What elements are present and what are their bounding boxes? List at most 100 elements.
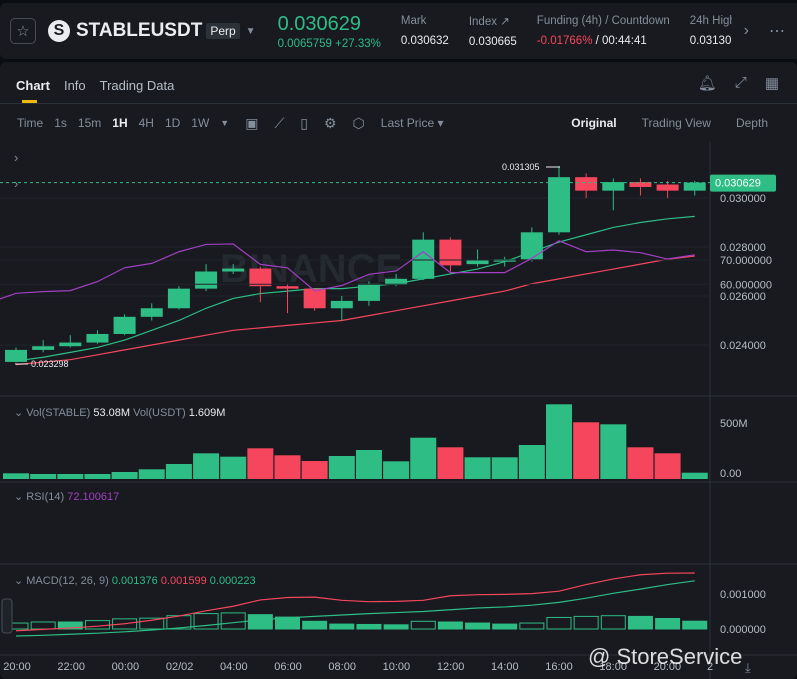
- volume-bar: [138, 469, 165, 479]
- interval-time[interactable]: Time: [17, 116, 43, 130]
- time-tick: 14:00: [491, 661, 519, 673]
- price-tick: 0.026000: [720, 291, 766, 303]
- macd-histogram-bar: [600, 615, 626, 630]
- expand-icon[interactable]: ⤢: [735, 74, 747, 92]
- macd-histogram-bar: [519, 622, 545, 630]
- bell-icon[interactable]: 🔔︎: [698, 74, 717, 92]
- calendar-icon[interactable]: ▣: [245, 115, 258, 132]
- macd-histogram-bar: [247, 614, 273, 630]
- scroll-left-button: [1, 598, 13, 634]
- stat-value: 0.031305: [689, 35, 738, 47]
- volume-bar: [654, 453, 681, 479]
- candle-body: [113, 316, 136, 334]
- macd-histogram-bar: [627, 615, 653, 630]
- hexagon-icon[interactable]: ⬡: [353, 115, 365, 132]
- funding-value: -0.01766%: [536, 35, 593, 47]
- volume-bar: [410, 437, 437, 479]
- macd-histogram-bar: [329, 623, 355, 630]
- view-original[interactable]: Original: [571, 116, 616, 130]
- macd-histogram-bar: [410, 620, 436, 630]
- view-depth[interactable]: Depth: [736, 116, 768, 130]
- interval-1w[interactable]: 1W: [191, 116, 209, 130]
- candle-body: [575, 177, 598, 191]
- symbol-name[interactable]: STABLEUSDT: [76, 20, 202, 42]
- tab-chart[interactable]: Chart: [16, 78, 50, 103]
- current-price-label: 0.030629: [715, 178, 761, 190]
- rsi-legend: ⌄ RSI(14) 72.100617: [14, 491, 119, 503]
- rsi-tick: 70.000000: [720, 255, 772, 267]
- watermark-text: @ StoreService: [588, 644, 742, 669]
- price-tick: 0.024000: [720, 340, 766, 352]
- interval-dropdown-icon[interactable]: ▼: [220, 118, 229, 128]
- interval-1s[interactable]: 1s: [54, 116, 67, 130]
- candle-body: [330, 300, 353, 309]
- price-change: 0.0065759 +27.33%: [277, 37, 381, 50]
- volume-bar: [383, 461, 410, 479]
- time-tick: 08:00: [328, 661, 356, 673]
- chart-toolbar: Time 1s 15m 1H 4H 1D 1W ▼ ▣ ⟋ ▯ ⚙︎ ⬡ Las…: [0, 104, 797, 142]
- volume-bar: [193, 453, 220, 479]
- chevron-right-icon[interactable]: ›: [744, 22, 749, 40]
- macd-dif-line: [15, 580, 695, 637]
- time-tick: 22:00: [57, 661, 85, 673]
- rsi-tick: 60.000000: [720, 279, 772, 291]
- low-label: 0.023298: [31, 359, 69, 369]
- high-label: 0.031305: [502, 162, 540, 172]
- macd-histogram-bar: [220, 612, 246, 630]
- macd-histogram-bar: [492, 623, 518, 630]
- candle-body: [222, 268, 245, 272]
- high-24h: 24h High 0.031305: [690, 15, 738, 47]
- settings-icon[interactable]: ⚙︎: [324, 115, 337, 132]
- candle-body: [439, 239, 462, 266]
- volume-bar: [165, 464, 192, 479]
- indicator-icon[interactable]: ⟋: [274, 115, 284, 132]
- volume-bar: [600, 424, 627, 479]
- time-tick: 12:00: [437, 661, 465, 673]
- candle-body: [656, 184, 679, 191]
- macd-histogram-bar: [546, 616, 572, 630]
- more-icon[interactable]: ⋯: [769, 21, 785, 41]
- volume-bar: [464, 457, 491, 479]
- time-tick: 16:00: [545, 661, 573, 673]
- tab-info[interactable]: Info: [64, 78, 86, 103]
- volume-bar: [301, 461, 328, 479]
- symbol-dropdown-icon[interactable]: ▼: [246, 26, 256, 37]
- interval-15m[interactable]: 15m: [78, 116, 101, 130]
- volume-bar: [220, 456, 247, 479]
- favorite-star-icon[interactable]: ☆: [10, 18, 36, 44]
- time-tick: 06:00: [274, 661, 302, 673]
- price-type-select[interactable]: Last Price ▾: [381, 116, 444, 130]
- candle-body: [32, 346, 55, 350]
- view-trading-view[interactable]: Trading View: [642, 116, 711, 130]
- countdown-value: / 00:44:41: [592, 35, 647, 47]
- candle-body: [140, 308, 163, 317]
- macd-histogram-bar: [84, 620, 110, 630]
- candle-body: [357, 283, 380, 301]
- candle-body: [276, 286, 299, 289]
- macd-histogram-bar: [682, 620, 708, 630]
- macd-histogram-bar: [573, 615, 599, 630]
- macd-tick: 0.001000: [720, 589, 766, 601]
- ticker-header: ☆ S STABLEUSDT Perp ▼ 0.030629 0.0065759…: [0, 3, 797, 59]
- stat-label[interactable]: Index ↗: [469, 14, 517, 28]
- tab-trading-data[interactable]: Trading Data: [100, 78, 175, 103]
- interval-4h[interactable]: 4H: [139, 116, 154, 130]
- candle-type-icon[interactable]: ▯: [300, 115, 308, 132]
- price-chart[interactable]: 0.0300000.0280000.0260000.024000BINANCE0…: [0, 142, 797, 679]
- volume-bar: [247, 448, 274, 479]
- candle-body: [520, 232, 543, 260]
- layout-icon[interactable]: ▦: [765, 74, 779, 92]
- macd-histogram-bar: [655, 618, 681, 630]
- candle-body: [303, 288, 326, 309]
- interval-1d[interactable]: 1D: [165, 116, 180, 130]
- interval-1h[interactable]: 1H: [112, 116, 127, 130]
- candle-body: [59, 342, 82, 347]
- candle-body: [167, 288, 190, 309]
- volume-bar: [437, 447, 464, 479]
- macd-histogram-bar: [465, 622, 491, 630]
- last-price: 0.030629: [277, 12, 361, 35]
- stat-label: 24h High: [689, 15, 736, 27]
- candle-body: [86, 333, 109, 343]
- candle-body: [195, 271, 218, 289]
- index-price: Index ↗ 0.030665: [469, 14, 517, 48]
